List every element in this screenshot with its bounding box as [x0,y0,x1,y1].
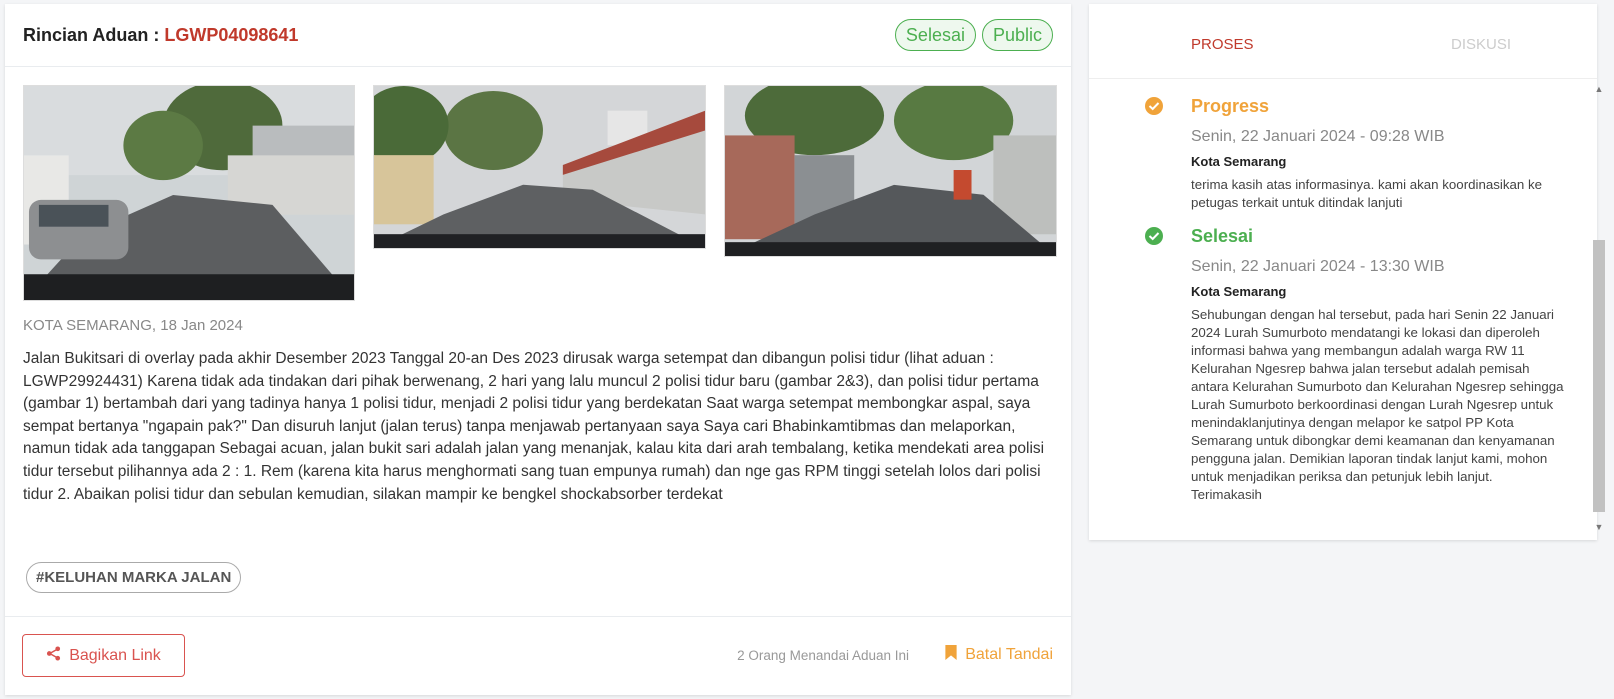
category-tag[interactable]: #KELUHAN MARKA JALAN [26,562,242,593]
status-badge: Selesai [894,19,976,51]
report-location-date: KOTA SEMARANG, 18 Jan 2024 [23,317,243,334]
report-detail-card: Rincian Aduan : LGWP04098641 Selesai Pub… [5,4,1071,695]
bookmark-count: 2 Orang Menandai Aduan Ini [737,648,909,663]
timeline-status: Progress [1191,96,1270,116]
report-code: LGWP04098641 [164,24,299,45]
timeline-message: terima kasih atas informasinya. kami aka… [1191,177,1543,210]
title-prefix: Rincian Aduan : [23,24,165,45]
timeline-status: Selesai [1191,226,1254,246]
report-photo-2[interactable] [373,85,706,249]
report-footer: Bagikan Link 2 Orang Menandai Aduan Ini … [5,616,1071,695]
share-label: Bagikan Link [69,646,161,664]
report-description: Jalan Bukitsari di overlay pada akhir De… [23,350,1045,503]
timeline-date: Senin, 22 Januari 2024 - 13:30 WIB [1191,258,1445,275]
timeline-message: Sehubungan dengan hal tersebut, pada har… [1191,307,1564,502]
photo-gallery [23,85,1058,305]
check-circle-icon [1144,226,1164,246]
process-panel: PROSES DISKUSI Progress Senin, 22 Januar… [1089,4,1597,540]
page-title: Rincian Aduan : LGWP04098641 [23,25,298,46]
scroll-up-icon[interactable]: ▲ [1592,82,1606,96]
tab-diskusi[interactable]: DISKUSI [1451,36,1511,53]
unbookmark-button[interactable]: Batal Tandai [945,645,1053,665]
share-link-button[interactable]: Bagikan Link [22,634,185,677]
bookmark-label: Batal Tandai [965,646,1053,663]
scroll-down-icon[interactable]: ▼ [1592,520,1606,534]
timeline-agency: Kota Semarang [1191,284,1287,299]
status-badges: Selesai Public [894,19,1053,51]
report-photo-3[interactable] [724,85,1057,257]
timeline-date: Senin, 22 Januari 2024 - 09:28 WIB [1191,128,1445,145]
share-icon [46,645,61,666]
process-timeline: Progress Senin, 22 Januari 2024 - 09:28 … [1089,84,1579,536]
timeline-scrollbar[interactable]: ▲ ▼ [1592,82,1606,534]
visibility-badge: Public [981,19,1053,51]
timeline-agency: Kota Semarang [1191,154,1287,169]
check-circle-icon [1144,96,1164,116]
report-photo-1[interactable] [23,85,355,301]
report-header: Rincian Aduan : LGWP04098641 Selesai Pub… [5,4,1071,67]
panel-tabs: PROSES DISKUSI [1089,4,1597,79]
tab-proses[interactable]: PROSES [1191,36,1254,53]
bookmark-icon [945,645,957,665]
scrollbar-thumb[interactable] [1593,240,1605,512]
